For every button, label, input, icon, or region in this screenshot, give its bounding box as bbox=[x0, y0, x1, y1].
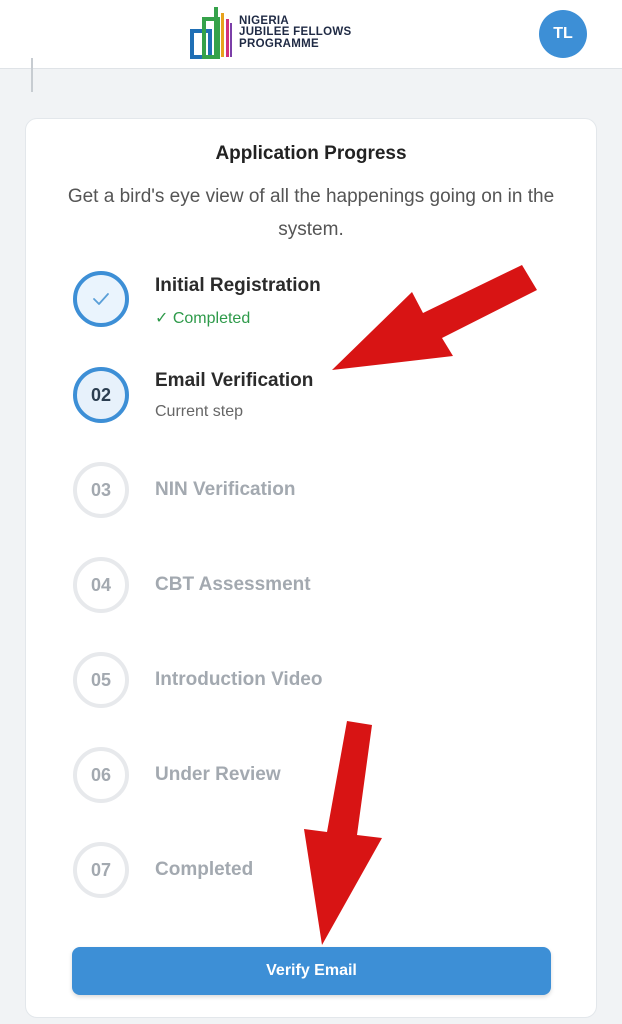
step-1-indicator bbox=[73, 271, 129, 327]
step-5-name: Introduction Video bbox=[155, 669, 323, 690]
step-2-indicator: 02 bbox=[73, 367, 129, 423]
check-icon bbox=[93, 293, 109, 305]
step-1-name: Initial Registration bbox=[155, 275, 321, 296]
logo-mark-icon bbox=[190, 7, 232, 59]
sidebar-divider bbox=[31, 58, 33, 92]
logo-wordmark: NIGERIA JUBILEE FELLOWS PROGRAMME bbox=[239, 15, 351, 51]
step-2-name: Email Verification bbox=[155, 370, 314, 391]
verify-email-button[interactable]: Verify Email bbox=[72, 947, 551, 995]
step-4-indicator: 04 bbox=[73, 557, 129, 613]
app-header: NIGERIA JUBILEE FELLOWS PROGRAMME TL bbox=[0, 0, 622, 69]
step-1-status: ✓ Completed bbox=[155, 310, 251, 327]
user-avatar[interactable]: TL bbox=[539, 10, 587, 58]
step-3-name: NIN Verification bbox=[155, 479, 296, 500]
card-title: Application Progress bbox=[215, 143, 407, 164]
step-2-status: Current step bbox=[155, 403, 244, 420]
step-7-indicator: 07 bbox=[73, 842, 129, 898]
step-3-indicator: 03 bbox=[73, 462, 129, 518]
step-6-name: Under Review bbox=[155, 764, 281, 785]
step-5-indicator: 05 bbox=[73, 652, 129, 708]
njfp-logo[interactable]: NIGERIA JUBILEE FELLOWS PROGRAMME bbox=[190, 4, 351, 62]
step-4-name: CBT Assessment bbox=[155, 574, 311, 595]
card-subtitle: Get a bird's eye view of all the happeni… bbox=[67, 186, 555, 240]
step-7-name: Completed bbox=[155, 859, 254, 880]
step-6-indicator: 06 bbox=[73, 747, 129, 803]
logo-line: PROGRAMME bbox=[239, 37, 320, 50]
